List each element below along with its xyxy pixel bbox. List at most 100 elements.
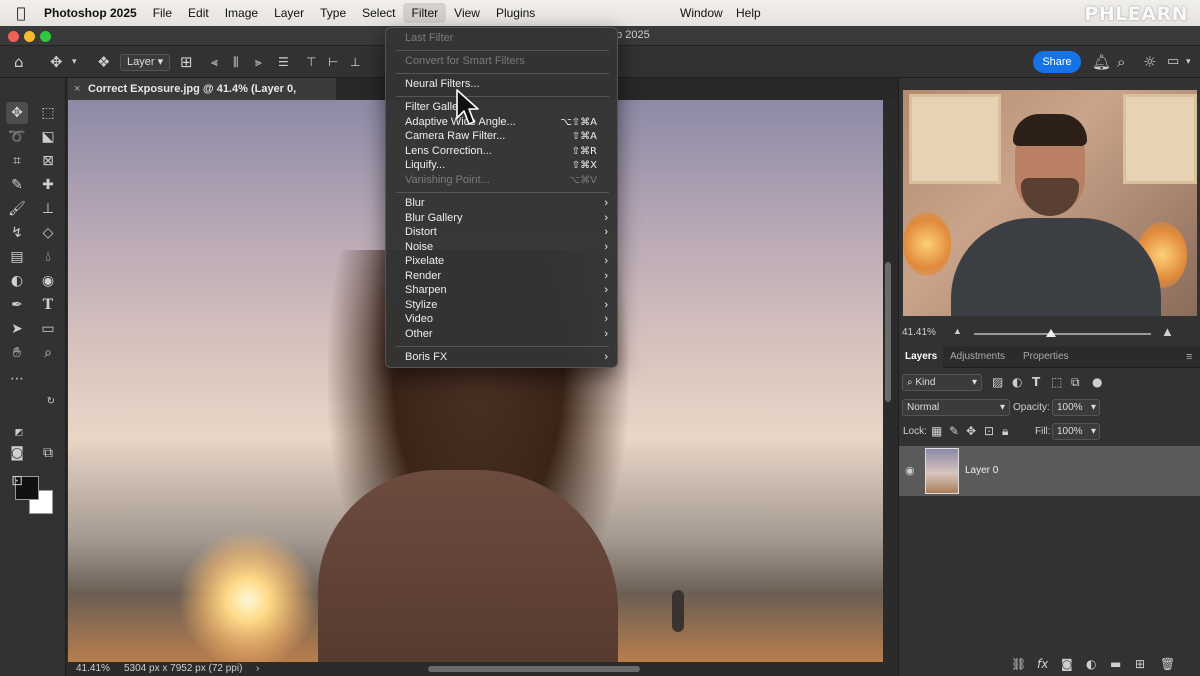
menu-item-render[interactable]: Render › xyxy=(386,269,619,284)
quick-mask-icon[interactable]: ◙ xyxy=(6,442,28,464)
trash-icon[interactable]: 🗑︎ xyxy=(1160,656,1175,673)
menu-file[interactable]: File xyxy=(145,3,180,23)
fx-icon[interactable]: fx xyxy=(1037,656,1048,673)
menu-help[interactable]: Help xyxy=(728,3,769,23)
menu-item-neural-filters[interactable]: Neural Filters... xyxy=(386,77,619,92)
tab-properties[interactable]: Properties xyxy=(1023,346,1069,368)
hand-tool-icon[interactable]: ✋︎ xyxy=(6,342,28,364)
menu-plugins[interactable]: Plugins xyxy=(488,3,543,23)
pen-tool-icon[interactable]: ✒ xyxy=(6,294,28,316)
object-select-tool-icon[interactable]: ⬕ xyxy=(37,126,59,148)
layer-row[interactable]: ◉ Layer 0 xyxy=(899,446,1200,496)
gradient-tool-icon[interactable]: ▤ xyxy=(6,246,28,268)
eyedropper-tool-icon[interactable]: ✎ xyxy=(6,174,28,196)
clone-stamp-tool-icon[interactable]: ⊥ xyxy=(37,198,59,220)
fill-field[interactable]: 100% ▾ xyxy=(1052,423,1100,440)
lock-artboard-icon[interactable]: ⊡ xyxy=(984,423,994,440)
lock-all-icon[interactable]: 🔒︎ xyxy=(1002,423,1008,440)
lock-transparent-icon[interactable]: ▦ xyxy=(931,423,942,440)
filter-type-icon[interactable]: T xyxy=(1032,374,1040,391)
menu-item-sharpen[interactable]: Sharpen › xyxy=(386,283,619,298)
menu-item-convert-smart-filters[interactable]: Convert for Smart Filters xyxy=(386,54,619,69)
auto-select-icon[interactable]: ❖ xyxy=(97,52,110,72)
status-chevron-icon[interactable]: › xyxy=(256,662,259,676)
vertical-scrollbar[interactable] xyxy=(885,262,891,402)
frame-tool-icon[interactable]: ⊠ xyxy=(37,150,59,172)
crop-tool-icon[interactable]: ⌗ xyxy=(6,150,28,172)
transform-controls-icon[interactable]: ⊞ xyxy=(180,52,193,72)
eye-icon[interactable]: ◉ xyxy=(905,462,915,479)
marquee-tool-icon[interactable]: ⬚ xyxy=(37,102,59,124)
menu-item-last-filter[interactable]: Last Filter xyxy=(386,31,619,46)
menu-app-name[interactable]: Photoshop 2025 xyxy=(42,3,145,23)
menu-item-blur-gallery[interactable]: Blur Gallery › xyxy=(386,211,619,226)
zoom-out-icon[interactable]: ▲ xyxy=(953,326,962,336)
zoom-in-icon[interactable]: ▲ xyxy=(1161,324,1174,339)
path-select-tool-icon[interactable]: ➤ xyxy=(6,318,28,340)
new-group-icon[interactable]: ▬ xyxy=(1110,656,1121,673)
layer-filter-kind[interactable]: ⌕ Kind ▾ xyxy=(902,374,982,391)
menu-edit[interactable]: Edit xyxy=(180,3,217,23)
edit-toolbar-icon[interactable]: ⊡ xyxy=(6,470,28,492)
new-layer-icon[interactable]: ⊞ xyxy=(1135,656,1145,673)
history-brush-tool-icon[interactable]: ↯ xyxy=(6,222,28,244)
rectangle-tool-icon[interactable]: ▭ xyxy=(37,318,59,340)
workspace-chevron-icon[interactable]: ▾ xyxy=(1186,52,1191,72)
blend-mode-select[interactable]: Normal ▾ xyxy=(902,399,1010,416)
status-zoom[interactable]: 41.41% xyxy=(76,662,110,676)
panel-menu-icon[interactable]: ≡ xyxy=(1186,346,1192,368)
filter-adjustment-icon[interactable]: ◐ xyxy=(1012,374,1022,391)
screen-mode-icon[interactable]: ⧉ xyxy=(37,442,59,464)
add-mask-icon[interactable]: ◙ xyxy=(1061,656,1073,673)
more-tools-icon[interactable]: ⋯ xyxy=(6,368,28,390)
type-tool-icon[interactable]: T xyxy=(37,294,59,316)
align-middle-icon[interactable]: ⊢ xyxy=(328,52,338,72)
menu-filter[interactable]: Filter xyxy=(403,3,447,23)
align-left-icon[interactable]: ⫷ xyxy=(211,52,218,72)
align-center-icon[interactable]: ⫼ xyxy=(233,52,239,72)
menu-item-camera-raw-filter[interactable]: Camera Raw Filter... ⇧⌘A xyxy=(386,129,619,144)
link-layers-icon[interactable]: ⛓︎ xyxy=(1011,656,1026,673)
filter-smart-object-icon[interactable]: ⧉ xyxy=(1071,374,1080,391)
filter-pixel-icon[interactable]: ▨ xyxy=(992,374,1003,391)
brush-tool-icon[interactable]: 🖌︎ xyxy=(6,198,28,220)
menu-item-noise[interactable]: Noise › xyxy=(386,240,619,255)
sponge-tool-icon[interactable]: ◉ xyxy=(37,270,59,292)
workspace-icon[interactable]: ▭ xyxy=(1167,52,1179,72)
menu-item-liquify[interactable]: Liquify... ⇧⌘X xyxy=(386,158,619,173)
align-right-icon[interactable]: ⫸ xyxy=(255,52,262,72)
horizontal-scrollbar[interactable] xyxy=(428,666,640,672)
menu-item-lens-correction[interactable]: Lens Correction... ⇧⌘R xyxy=(386,144,619,159)
menu-type[interactable]: Type xyxy=(312,3,354,23)
close-tab-icon[interactable]: × xyxy=(74,78,80,100)
align-bottom-icon[interactable]: ⊥ xyxy=(350,52,360,72)
document-tab[interactable]: × Correct Exposure.jpg @ 41.4% (Layer 0,… xyxy=(68,78,336,117)
menu-item-blur[interactable]: Blur › xyxy=(386,196,619,211)
menu-item-distort[interactable]: Distort › xyxy=(386,225,619,240)
move-tool-icon[interactable]: ✥ xyxy=(6,102,28,124)
dodge-tool-icon[interactable]: ◐ xyxy=(6,270,28,292)
blur-tool-icon[interactable]: 💧︎ xyxy=(37,246,59,268)
menu-item-vanishing-point[interactable]: Vanishing Point... ⌥⌘V xyxy=(386,173,619,188)
menu-item-pixelate[interactable]: Pixelate › xyxy=(386,254,619,269)
auto-select-dropdown[interactable]: Layer ▾ xyxy=(120,54,170,71)
menu-item-stylize[interactable]: Stylize › xyxy=(386,298,619,313)
menu-item-filter-gallery[interactable]: Filter Gallery... xyxy=(386,100,619,115)
adjustment-layer-icon[interactable]: ◐ xyxy=(1086,656,1096,673)
menu-window[interactable]: Window xyxy=(672,3,731,23)
navigator-zoom-slider[interactable] xyxy=(974,333,1151,335)
apple-menu-icon[interactable]:  xyxy=(0,4,42,22)
swap-colors-icon[interactable]: ↻ xyxy=(40,391,62,413)
filter-shape-icon[interactable]: ⬚ xyxy=(1051,374,1062,391)
tab-adjustments[interactable]: Adjustments xyxy=(950,346,1005,368)
search-icon[interactable]: ⌕ xyxy=(1117,52,1125,72)
menu-item-boris-fx[interactable]: Boris FX › xyxy=(386,350,619,365)
move-tool-icon[interactable]: ✥ xyxy=(50,52,63,72)
layer-name[interactable]: Layer 0 xyxy=(965,446,998,496)
tab-layers[interactable]: Layers xyxy=(899,346,944,368)
zoom-window-button[interactable] xyxy=(40,31,51,42)
healing-brush-tool-icon[interactable]: ✚ xyxy=(37,174,59,196)
menu-item-other[interactable]: Other › xyxy=(386,327,619,342)
chevron-down-icon[interactable]: ▾ xyxy=(72,52,77,72)
distribute-icon[interactable]: ☰ xyxy=(278,52,289,72)
